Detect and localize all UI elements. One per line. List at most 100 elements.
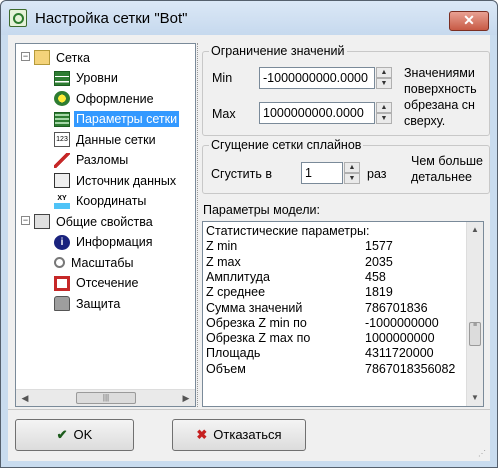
tree-item[interactable]: − Общие свойства — [21, 211, 155, 231]
cancel-label: Отказаться — [213, 427, 282, 442]
spin-up-icon[interactable]: ▲ — [376, 102, 392, 113]
coordinates-icon: XY — [54, 193, 70, 209]
spin-down-icon[interactable]: ▼ — [344, 173, 360, 184]
tree-item-label: Данные сетки — [76, 132, 156, 147]
clip-icon — [54, 275, 70, 291]
max-label: Max — [212, 107, 236, 121]
tree-item-label: Отсечение — [76, 276, 139, 291]
scroll-left-icon[interactable]: ◀ — [17, 391, 33, 405]
tree-item-label: Оформление — [76, 91, 154, 106]
spline-info: Чем больше детальнее — [411, 153, 490, 185]
grid-data-icon: 123 — [54, 132, 70, 148]
spin-down-icon[interactable]: ▼ — [376, 113, 392, 124]
param-value: 786701836 — [365, 300, 428, 315]
param-name: Объем — [206, 361, 246, 376]
param-value: 1819 — [365, 285, 393, 300]
scroll-thumb[interactable]: ≡ — [469, 322, 481, 346]
tree-item-label: Разломы — [76, 153, 129, 168]
param-name: Амплитуда — [206, 269, 270, 284]
cancel-button[interactable]: ✖ Отказаться — [172, 419, 306, 451]
info-line: Значениями — [404, 66, 475, 80]
spin-up-icon[interactable]: ▲ — [376, 67, 392, 78]
dialog-window: Настройка сетки "Bot" ✕ − Сетка Уровни Офор… — [0, 0, 498, 468]
close-button[interactable]: ✕ — [449, 11, 489, 31]
tree-item-label: Информация — [76, 235, 153, 250]
param-value: 4311720000 — [365, 346, 434, 361]
tree-item-label: Сетка — [56, 50, 90, 65]
param-name: Z среднее — [206, 285, 266, 300]
tree-item[interactable]: Оформление — [54, 88, 156, 108]
limits-legend: Ограничение значений — [211, 44, 345, 58]
levels-icon — [54, 70, 70, 86]
tree-item[interactable]: i Информация — [54, 232, 155, 252]
scroll-down-icon[interactable]: ▼ — [468, 391, 482, 405]
param-name: Сумма значений — [206, 300, 303, 315]
settings-tree[interactable]: − Сетка Уровни Оформление Параметры сетки 123… — [15, 43, 196, 407]
tree-item[interactable]: 123 Данные сетки — [54, 129, 158, 149]
tree-expander-icon[interactable]: − — [21, 52, 30, 61]
max-spinner[interactable]: ▲ ▼ — [376, 102, 392, 124]
ok-button[interactable]: ✔ OK — [15, 419, 134, 451]
lock-icon — [54, 296, 70, 312]
min-label: Min — [212, 71, 233, 85]
window-title: Настройка сетки "Bot" — [35, 10, 188, 27]
min-spinner[interactable]: ▲ ▼ — [376, 67, 392, 89]
param-name: Обрезка Z max по — [206, 331, 311, 346]
param-value: -1000000000 — [365, 315, 439, 330]
max-value-input[interactable] — [259, 102, 375, 124]
densify-input[interactable] — [301, 162, 343, 184]
info-line: сверху. — [404, 114, 446, 128]
model-params-label: Параметры модели: — [203, 203, 320, 217]
tree-horizontal-scrollbar[interactable]: ◀ ||| ▶ — [16, 389, 195, 406]
param-value: 2035 — [365, 254, 393, 269]
faults-icon — [54, 152, 70, 168]
tree-item[interactable]: Разломы — [54, 150, 130, 170]
grid-params-icon — [54, 111, 70, 127]
scroll-up-icon[interactable]: ▲ — [468, 223, 482, 237]
scroll-thumb[interactable]: ||| — [76, 392, 136, 404]
data-source-icon — [54, 173, 70, 189]
checkmark-icon: ✔ — [56, 427, 68, 442]
tree-item[interactable]: Параметры сетки — [54, 109, 180, 129]
dialog-body: − Сетка Уровни Оформление Параметры сетки 123… — [8, 35, 490, 461]
tree-item[interactable]: − Сетка — [21, 47, 92, 67]
general-props-icon — [34, 214, 50, 230]
densify-spinner[interactable]: ▲ ▼ — [344, 162, 360, 184]
tree-item-label: Защита — [76, 296, 121, 311]
tree-item[interactable]: Масштабы — [54, 252, 135, 272]
densify-label: Сгустить в — [211, 167, 273, 181]
param-name: Z max — [206, 254, 241, 269]
separator — [8, 409, 490, 410]
splitter[interactable] — [197, 43, 200, 407]
spin-down-icon[interactable]: ▼ — [376, 78, 392, 89]
densify-unit: раз — [367, 167, 387, 181]
resize-grip[interactable]: ⋰ — [478, 449, 488, 459]
info-line: поверхность — [404, 82, 477, 96]
model-params-text[interactable]: Статистические параметры: Z min 1577 Z max 2… — [202, 221, 484, 407]
tree-item[interactable]: Отсечение — [54, 273, 140, 293]
appearance-icon — [54, 91, 70, 107]
spin-up-icon[interactable]: ▲ — [344, 162, 360, 173]
param-value: 1000000000 — [365, 331, 435, 346]
param-value: 1577 — [365, 239, 393, 254]
tree-expander-icon[interactable]: − — [21, 216, 30, 225]
limits-info: Значениями поверхность обрезана сн сверх… — [404, 65, 490, 129]
param-name: Площадь — [206, 346, 261, 361]
params-vertical-scrollbar[interactable]: ▲ ≡ ▼ — [466, 222, 483, 406]
param-value: 458 — [365, 269, 386, 284]
tree-item[interactable]: Уровни — [54, 68, 120, 88]
min-value-input[interactable] — [259, 67, 375, 89]
title-bar[interactable]: Настройка сетки "Bot" ✕ — [1, 1, 497, 35]
tree-item[interactable]: Защита — [54, 293, 122, 313]
tree-item-label: Масштабы — [71, 255, 134, 270]
tree-item[interactable]: Источник данных — [54, 170, 178, 190]
cross-icon: ✖ — [196, 427, 208, 442]
tree-item[interactable]: XY Координаты — [54, 191, 148, 211]
app-icon — [9, 9, 27, 27]
tree-item-label: Источник данных — [76, 173, 177, 188]
param-value: 7867018356082 — [365, 361, 456, 376]
tree-item-label: Параметры сетки — [74, 111, 180, 128]
info-line: Чем больше — [411, 154, 483, 168]
info-line: детальнее — [411, 170, 472, 184]
scroll-right-icon[interactable]: ▶ — [178, 391, 194, 405]
